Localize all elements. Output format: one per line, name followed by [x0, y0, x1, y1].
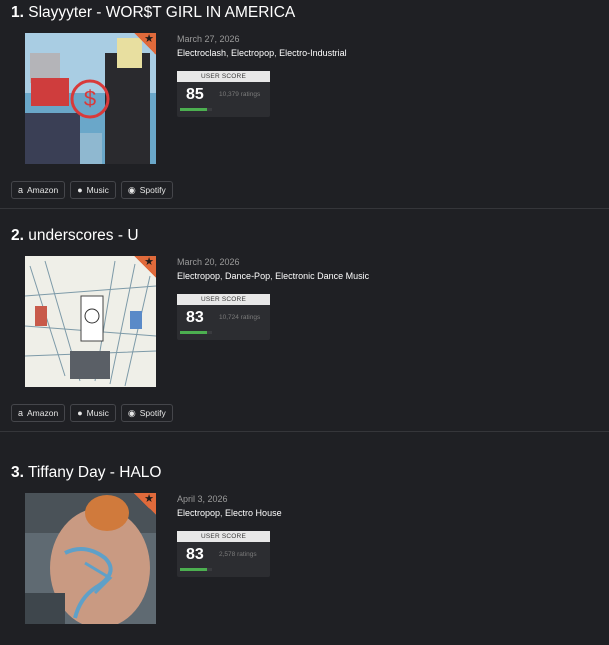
user-score-box: USER SCORE 85 10,379 ratings — [177, 71, 270, 117]
music-button[interactable]: ● Music — [70, 181, 116, 199]
genre-link[interactable]: Electro House — [225, 508, 282, 518]
corner-badge[interactable]: ★ — [134, 256, 156, 278]
score-bar-fill — [180, 108, 208, 111]
amazon-button[interactable]: a Amazon — [11, 404, 66, 422]
album-name[interactable]: underscores - U — [28, 227, 138, 244]
cover-dollar: $ — [84, 86, 96, 111]
album-name[interactable]: Slayyyter - WOR$T GIRL IN AMERICA — [28, 4, 295, 21]
genre-link[interactable]: Electropop — [231, 48, 274, 58]
divider — [0, 208, 609, 209]
album-title[interactable]: 2. underscores - U — [11, 227, 139, 245]
album-cover[interactable]: ★ — [25, 493, 156, 624]
ratings-count: 2,578 ratings — [219, 551, 257, 558]
genres: Electropop, Dance-Pop, Electronic Dance … — [177, 271, 370, 281]
album-cover[interactable]: $ ★ — [25, 33, 156, 164]
spotify-button[interactable]: ◉ Spotify — [120, 181, 173, 199]
genre-link[interactable]: Electro-Industrial — [279, 48, 347, 58]
score-value: 83 — [186, 546, 204, 563]
album-name[interactable]: Tiffany Day - HALO — [28, 464, 162, 481]
album-info: March 27, 2026 Electroclash, Electropop,… — [177, 34, 347, 117]
spotify-icon: ◉ — [127, 184, 136, 195]
amazon-button[interactable]: a Amazon — [11, 181, 66, 199]
divider — [0, 431, 609, 432]
music-button[interactable]: ● Music — [70, 404, 116, 422]
genre-link[interactable]: Electropop — [177, 271, 220, 281]
album-info: April 3, 2026 Electropop, Electro House … — [177, 494, 282, 577]
amazon-label: Amazon — [27, 408, 59, 418]
score-value: 85 — [186, 86, 204, 103]
user-score-box: USER SCORE 83 10,724 ratings — [177, 294, 270, 340]
user-score-box: USER SCORE 83 2,578 ratings — [177, 531, 270, 577]
spotify-label: Spotify — [139, 185, 166, 195]
music-label: Music — [86, 185, 109, 195]
genre-link[interactable]: Electropop — [177, 508, 220, 518]
rank: 1. — [11, 4, 24, 21]
album-cover[interactable]: ★ — [25, 256, 156, 387]
album-title[interactable]: 1. Slayyyter - WOR$T GIRL IN AMERICA — [11, 4, 295, 22]
spotify-label: Spotify — [139, 408, 166, 418]
spotify-button[interactable]: ◉ Spotify — [120, 404, 173, 422]
score-bar — [180, 331, 212, 334]
score-label: USER SCORE — [177, 71, 270, 82]
album-entry: 3. Tiffany Day - HALO ★ April 3, 2026 El… — [0, 460, 609, 645]
amazon-icon: a — [18, 407, 24, 418]
album-entry: 1. Slayyyter - WOR$T GIRL IN AMERICA $ ★… — [0, 0, 609, 209]
star-icon: ★ — [144, 256, 154, 268]
amazon-label: Amazon — [27, 185, 59, 195]
score-bar-fill — [180, 568, 207, 571]
album-entry: 2. underscores - U ★ March 20, 2026 Elec… — [0, 223, 609, 446]
rank: 2. — [11, 227, 24, 244]
amazon-icon: a — [18, 184, 24, 195]
score-value: 83 — [186, 309, 204, 326]
score-label: USER SCORE — [177, 294, 270, 305]
genres: Electroclash, Electropop, Electro-Indust… — [177, 48, 347, 58]
album-info: March 20, 2026 Electropop, Dance-Pop, El… — [177, 257, 370, 340]
ratings-count: 10,379 ratings — [219, 91, 261, 98]
score-bar — [180, 568, 212, 571]
score-bar — [180, 108, 212, 111]
release-date: March 27, 2026 — [177, 34, 240, 44]
spotify-icon: ◉ — [127, 407, 136, 418]
corner-badge[interactable]: ★ — [134, 33, 156, 55]
music-label: Music — [86, 408, 109, 418]
apple-icon: ● — [77, 184, 83, 195]
star-icon: ★ — [144, 493, 154, 505]
star-icon: ★ — [144, 33, 154, 45]
album-title[interactable]: 3. Tiffany Day - HALO — [11, 464, 161, 482]
genre-link[interactable]: Electroclash — [177, 48, 226, 58]
release-date: March 20, 2026 — [177, 257, 240, 267]
apple-icon: ● — [77, 407, 83, 418]
genre-link[interactable]: Electronic Dance Music — [275, 271, 369, 281]
ratings-count: 10,724 ratings — [219, 314, 261, 321]
stream-buttons: a Amazon ● Music ◉ Spotify — [11, 181, 173, 199]
rank: 3. — [11, 464, 24, 481]
corner-badge[interactable]: ★ — [134, 493, 156, 515]
genre-link[interactable]: Dance-Pop — [225, 271, 270, 281]
release-date: April 3, 2026 — [177, 494, 228, 504]
score-bar-fill — [180, 331, 207, 334]
stream-buttons: a Amazon ● Music ◉ Spotify — [11, 404, 173, 422]
score-label: USER SCORE — [177, 531, 270, 542]
genres: Electropop, Electro House — [177, 508, 282, 518]
